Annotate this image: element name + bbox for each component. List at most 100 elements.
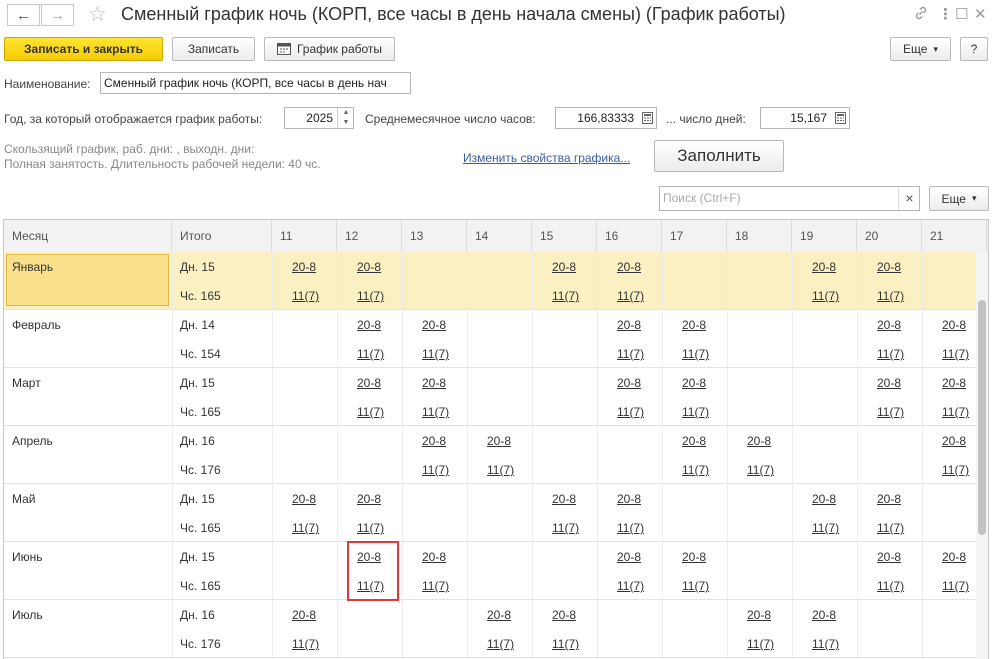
column-header-day[interactable]: 21 bbox=[922, 220, 987, 252]
forward-button[interactable]: → bbox=[41, 4, 74, 26]
maximize-icon[interactable]: ☐ bbox=[955, 5, 968, 23]
vertical-scrollbar[interactable] bbox=[976, 252, 988, 659]
shift-hours-link[interactable]: 11(7) bbox=[942, 463, 969, 477]
shift-hours-link[interactable]: 11(7) bbox=[422, 463, 449, 477]
shift-time-link[interactable]: 20-8 bbox=[357, 492, 381, 506]
shift-time-link[interactable]: 20-8 bbox=[877, 492, 901, 506]
shift-time-link[interactable]: 20-8 bbox=[812, 492, 836, 506]
shift-hours-link[interactable]: 11(7) bbox=[942, 579, 969, 593]
shift-hours-link[interactable]: 11(7) bbox=[292, 637, 319, 651]
save-button[interactable]: Записать bbox=[172, 37, 255, 61]
shift-hours-link[interactable]: 11(7) bbox=[552, 289, 579, 303]
shift-hours-link[interactable]: 11(7) bbox=[812, 637, 839, 651]
shift-hours-link[interactable]: 11(7) bbox=[812, 521, 839, 535]
shift-time-link[interactable]: 20-8 bbox=[292, 260, 316, 274]
table-row[interactable]: Июль Дн. 16 Чс. 176 20-8 11(7) 20-8 11(7) 20-8 1… bbox=[4, 600, 988, 658]
shift-time-link[interactable]: 20-8 bbox=[552, 260, 576, 274]
back-button[interactable]: ← bbox=[7, 4, 40, 26]
shift-time-link[interactable]: 20-8 bbox=[552, 492, 576, 506]
shift-time-link[interactable]: 20-8 bbox=[292, 608, 316, 622]
shift-hours-link[interactable]: 11(7) bbox=[617, 347, 644, 361]
shift-hours-link[interactable]: 11(7) bbox=[617, 521, 644, 535]
shift-hours-link[interactable]: 11(7) bbox=[682, 347, 709, 361]
shift-time-link[interactable]: 20-8 bbox=[617, 492, 641, 506]
column-header-month[interactable]: Месяц bbox=[4, 220, 172, 252]
fill-button[interactable]: Заполнить bbox=[654, 140, 784, 172]
shift-hours-link[interactable]: 11(7) bbox=[422, 405, 449, 419]
shift-time-link[interactable]: 20-8 bbox=[682, 318, 706, 332]
shift-hours-link[interactable]: 11(7) bbox=[552, 521, 579, 535]
table-row[interactable]: Январь Дн. 15 Чс. 165 20-8 11(7) 20-8 11(7) 20-… bbox=[4, 252, 988, 310]
shift-time-link[interactable]: 20-8 bbox=[357, 376, 381, 390]
calculator-icon[interactable] bbox=[638, 107, 656, 129]
shift-time-link[interactable]: 20-8 bbox=[682, 550, 706, 564]
shift-time-link[interactable]: 20-8 bbox=[422, 376, 446, 390]
shift-time-link[interactable]: 20-8 bbox=[357, 260, 381, 274]
column-header-day[interactable]: 12 bbox=[337, 220, 402, 252]
shift-hours-link[interactable]: 11(7) bbox=[617, 289, 644, 303]
shift-time-link[interactable]: 20-8 bbox=[877, 318, 901, 332]
shift-time-link[interactable]: 20-8 bbox=[357, 318, 381, 332]
shift-hours-link[interactable]: 11(7) bbox=[682, 405, 709, 419]
shift-hours-link[interactable]: 11(7) bbox=[487, 463, 514, 477]
shift-hours-link[interactable]: 11(7) bbox=[617, 579, 644, 593]
close-icon[interactable]: ✕ bbox=[974, 5, 987, 23]
shift-time-link[interactable]: 20-8 bbox=[812, 608, 836, 622]
search-input[interactable]: Поиск (Ctrl+F) bbox=[659, 186, 920, 211]
calculator-icon[interactable] bbox=[831, 107, 849, 129]
shift-time-link[interactable]: 20-8 bbox=[682, 434, 706, 448]
shift-hours-link[interactable]: 11(7) bbox=[942, 347, 969, 361]
column-header-day[interactable]: 15 bbox=[532, 220, 597, 252]
column-header-day[interactable]: 18 bbox=[727, 220, 792, 252]
shift-hours-link[interactable]: 11(7) bbox=[682, 463, 709, 477]
shift-time-link[interactable]: 20-8 bbox=[942, 376, 966, 390]
shift-time-link[interactable]: 20-8 bbox=[422, 318, 446, 332]
shift-hours-link[interactable]: 11(7) bbox=[357, 289, 384, 303]
shift-hours-link[interactable]: 11(7) bbox=[422, 579, 449, 593]
shift-time-link[interactable]: 20-8 bbox=[487, 434, 511, 448]
shift-time-link[interactable]: 20-8 bbox=[422, 434, 446, 448]
shift-time-link[interactable]: 20-8 bbox=[552, 608, 576, 622]
column-header-total[interactable]: Итого bbox=[172, 220, 272, 252]
shift-time-link[interactable]: 20-8 bbox=[292, 492, 316, 506]
shift-time-link[interactable]: 20-8 bbox=[942, 550, 966, 564]
shift-time-link[interactable]: 20-8 bbox=[682, 376, 706, 390]
change-schedule-properties-link[interactable]: Изменить свойства графика... bbox=[463, 151, 630, 165]
shift-time-link[interactable]: 20-8 bbox=[877, 550, 901, 564]
shift-time-link[interactable]: 20-8 bbox=[877, 260, 901, 274]
column-header-day[interactable]: 19 bbox=[792, 220, 857, 252]
more-vertical-icon[interactable]: ⋮ bbox=[938, 5, 953, 23]
shift-hours-link[interactable]: 11(7) bbox=[552, 637, 579, 651]
table-row[interactable]: Апрель Дн. 16 Чс. 176 20-8 11(7) 20-8 11(7) 20-… bbox=[4, 426, 988, 484]
column-header-day[interactable]: 14 bbox=[467, 220, 532, 252]
shift-time-link[interactable]: 20-8 bbox=[617, 318, 641, 332]
stepper-up-icon[interactable]: ▲ bbox=[338, 108, 354, 118]
shift-time-link[interactable]: 20-8 bbox=[617, 260, 641, 274]
shift-time-link[interactable]: 20-8 bbox=[877, 376, 901, 390]
shift-time-link[interactable]: 20-8 bbox=[617, 550, 641, 564]
shift-hours-link[interactable]: 11(7) bbox=[877, 405, 904, 419]
shift-hours-link[interactable]: 11(7) bbox=[747, 463, 774, 477]
shift-time-link[interactable]: 20-8 bbox=[422, 550, 446, 564]
work-schedule-button[interactable]: График работы bbox=[264, 37, 395, 61]
shift-hours-link[interactable]: 11(7) bbox=[422, 347, 449, 361]
shift-hours-link[interactable]: 11(7) bbox=[357, 405, 384, 419]
shift-hours-link[interactable]: 11(7) bbox=[357, 521, 384, 535]
shift-hours-link[interactable]: 11(7) bbox=[747, 637, 774, 651]
clear-search-icon[interactable]: × bbox=[898, 187, 920, 210]
column-header-day[interactable]: 17 bbox=[662, 220, 727, 252]
shift-time-link[interactable]: 20-8 bbox=[942, 318, 966, 332]
link-icon[interactable] bbox=[913, 5, 929, 25]
table-more-button[interactable]: Еще ▾ bbox=[929, 186, 989, 211]
shift-hours-link[interactable]: 11(7) bbox=[292, 521, 319, 535]
year-stepper[interactable]: ▲ ▼ bbox=[337, 108, 354, 128]
shift-hours-link[interactable]: 11(7) bbox=[877, 579, 904, 593]
favorite-star-icon[interactable]: ☆ bbox=[88, 2, 107, 27]
column-header-day[interactable]: 20 bbox=[857, 220, 922, 252]
shift-hours-link[interactable]: 11(7) bbox=[877, 289, 904, 303]
shift-hours-link[interactable]: 11(7) bbox=[357, 347, 384, 361]
shift-time-link[interactable]: 20-8 bbox=[942, 434, 966, 448]
help-button[interactable]: ? bbox=[960, 37, 988, 61]
shift-hours-link[interactable]: 11(7) bbox=[877, 521, 904, 535]
shift-hours-link[interactable]: 11(7) bbox=[292, 289, 319, 303]
